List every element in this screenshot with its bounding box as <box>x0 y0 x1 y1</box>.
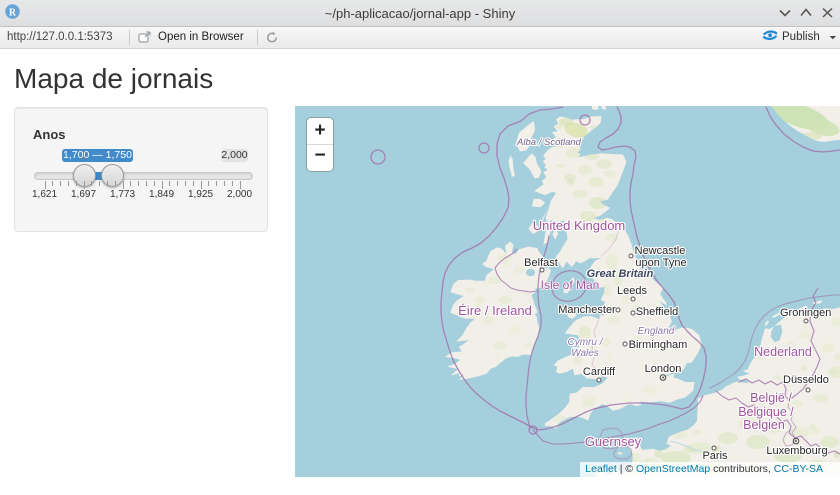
svg-text:United Kingdom: United Kingdom <box>533 218 626 233</box>
svg-text:Luxembourg: Luxembourg <box>766 445 827 457</box>
svg-text:Groningen: Groningen <box>780 307 831 319</box>
svg-text:België /: België / <box>750 391 792 405</box>
svg-text:Wales: Wales <box>571 348 599 359</box>
svg-text:Birmingham: Birmingham <box>629 339 688 351</box>
svg-text:Belgien: Belgien <box>743 418 785 432</box>
svg-text:upon Tyne: upon Tyne <box>635 257 686 269</box>
svg-text:Guernsey: Guernsey <box>585 434 642 449</box>
svg-text:England: England <box>638 326 675 337</box>
svg-text:Belgique /: Belgique / <box>738 405 794 419</box>
svg-text:Belfast: Belfast <box>524 257 558 269</box>
svg-text:Cardiff: Cardiff <box>583 366 616 378</box>
svg-text:Leeds: Leeds <box>617 285 647 297</box>
svg-text:R: R <box>9 7 17 18</box>
svg-text:London: London <box>645 363 682 375</box>
svg-text:Düsseldo: Düsseldo <box>783 374 829 386</box>
svg-text:Nederland: Nederland <box>754 345 812 359</box>
svg-text:Alba / Scotland: Alba / Scotland <box>516 137 582 148</box>
svg-text:Paris: Paris <box>702 450 728 462</box>
svg-text:Éire / Ireland: Éire / Ireland <box>458 303 532 318</box>
svg-text:Great Britain: Great Britain <box>587 268 654 280</box>
svg-text:Cymru /: Cymru / <box>568 337 604 348</box>
svg-text:Isle of Man: Isle of Man <box>541 278 600 292</box>
svg-text:Manchester: Manchester <box>558 304 616 316</box>
svg-text:Newcastle: Newcastle <box>635 245 686 257</box>
svg-text:Sheffield: Sheffield <box>636 306 679 318</box>
